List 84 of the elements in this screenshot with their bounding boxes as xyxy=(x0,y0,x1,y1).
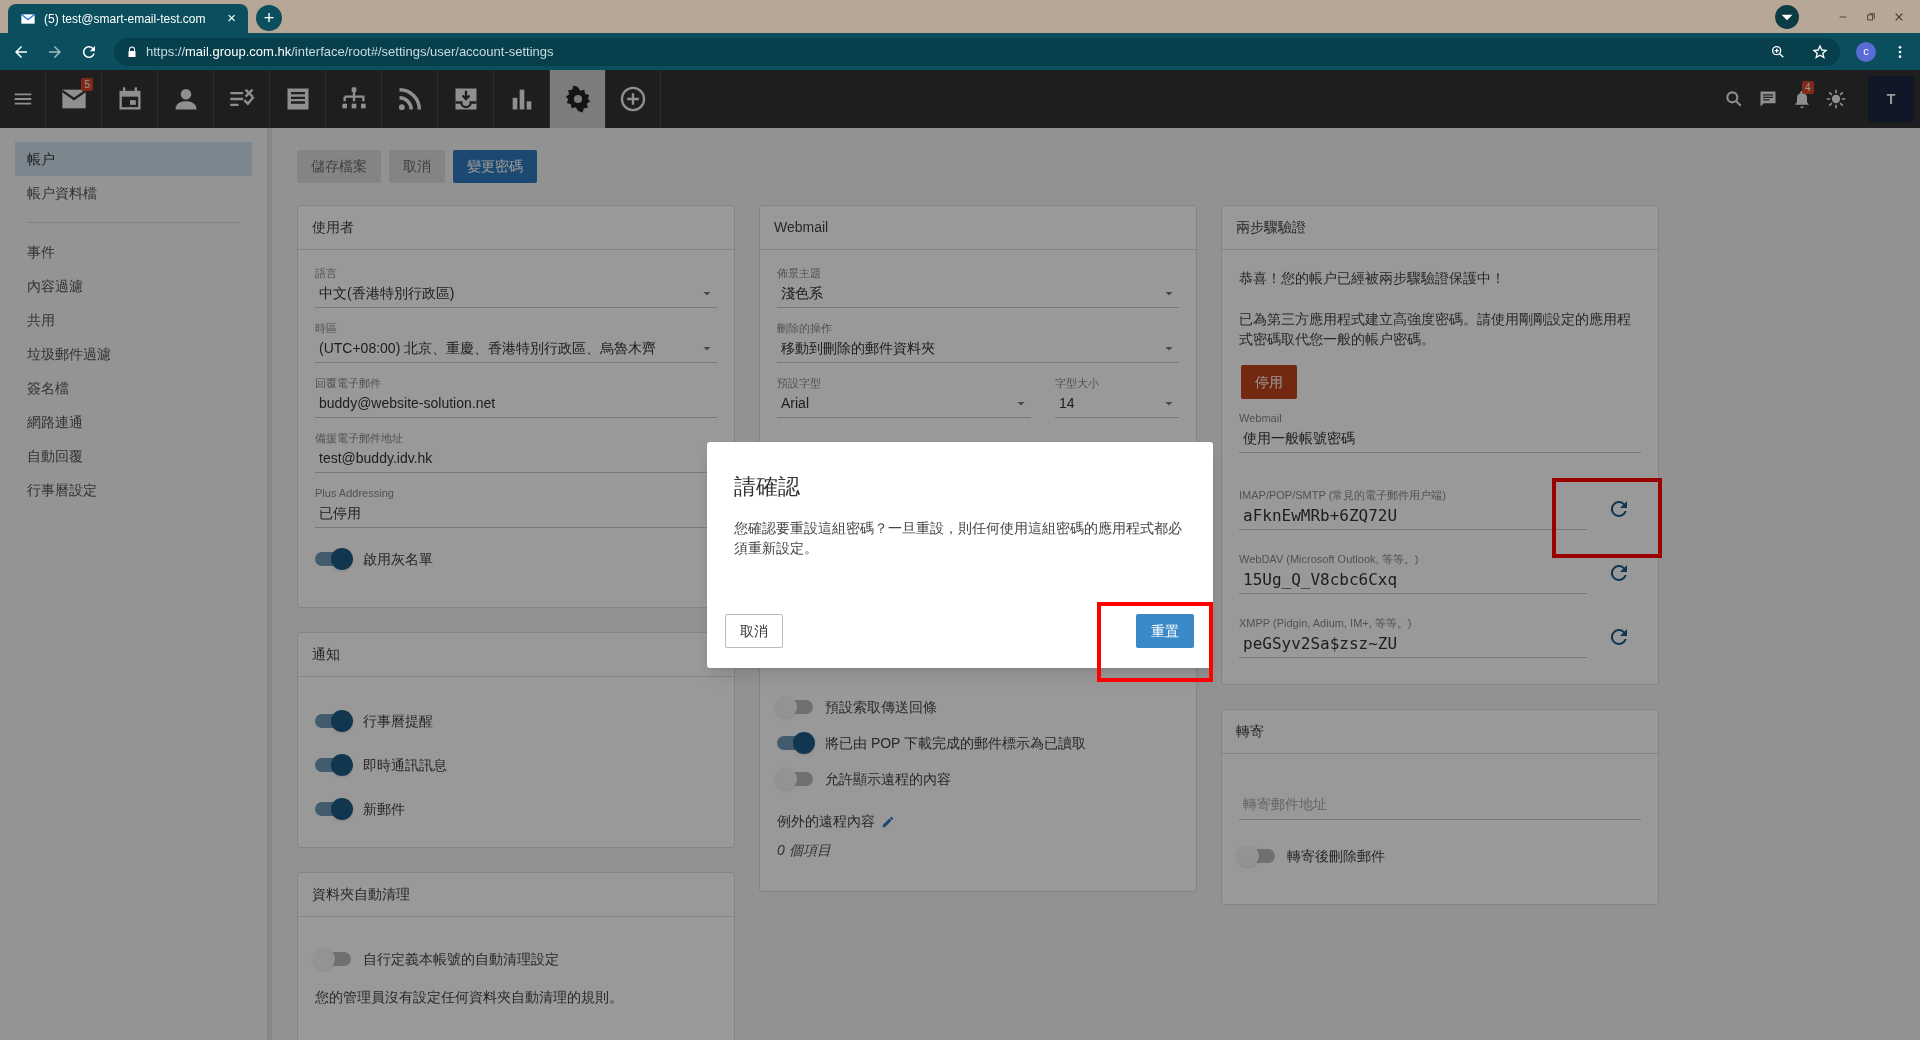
toggle-label: 允許顯示遠程的內容 xyxy=(825,769,951,789)
password-field[interactable]: peGSyv2Sa$zsz~ZU xyxy=(1239,630,1587,658)
sidebar-item[interactable]: 帳户資料檔 xyxy=(15,176,252,210)
field-label: 預設字型 xyxy=(777,376,822,390)
password-field[interactable]: 15Ug_Q_V8cbc6Cxq xyxy=(1239,566,1587,594)
new-tab-button[interactable]: + xyxy=(256,5,282,31)
settings-icon xyxy=(563,85,592,113)
sidebar-item[interactable]: 簽名檔 xyxy=(15,371,252,405)
dropdown-field[interactable]: 14 xyxy=(1055,390,1179,418)
app-button[interactable] xyxy=(549,70,605,128)
field-label: 佈景主題 xyxy=(777,266,822,280)
reset-button[interactable]: 重置 xyxy=(1136,614,1194,648)
toggle-label: 轉寄後刪除郵件 xyxy=(1287,846,1385,866)
chat-icon[interactable] xyxy=(1758,89,1778,109)
dropdown-field[interactable]: 移動到刪除的郵件資料夾 xyxy=(777,335,1179,363)
lock-icon xyxy=(126,45,138,58)
toggle-label: 預設索取傳送回條 xyxy=(825,697,937,717)
sidebar-item[interactable]: 垃圾郵件過濾 xyxy=(15,337,252,371)
url-text: https://mail.group.com.hk/interface/root#/settings/user/account-settings xyxy=(146,42,554,61)
disable-button[interactable]: 停用 xyxy=(1241,365,1297,399)
sidebar-item[interactable]: 行事曆設定 xyxy=(15,473,252,507)
search-icon[interactable] xyxy=(1724,89,1744,109)
plus-circle-icon xyxy=(619,85,647,113)
card-title: 轉寄 xyxy=(1222,710,1658,754)
card-title: 使用者 xyxy=(298,206,734,250)
dropdown-field[interactable]: 中文(香港特別行政區) xyxy=(315,280,717,308)
info-text: 您的管理員沒有設定任何資料夾自動清理的規則。 xyxy=(315,988,624,1007)
pencil-icon[interactable] xyxy=(881,814,895,829)
star-icon[interactable] xyxy=(1812,43,1828,60)
field-label: XMPP (Pidgin, Adium, IM+, 等等。) xyxy=(1239,616,1413,630)
app-button[interactable] xyxy=(605,70,661,128)
dropdown-field[interactable]: Arial xyxy=(777,390,1031,418)
cancel-button[interactable]: 取消 xyxy=(725,614,783,648)
toggle-label: 行事曆提醒 xyxy=(363,711,433,731)
browser-tab[interactable]: (5) test@smart-email-test.com × xyxy=(8,4,248,33)
bell-icon[interactable] xyxy=(1792,89,1812,109)
card-title: Webmail xyxy=(760,206,1196,250)
toggle-label: 即時通訊訊息 xyxy=(363,755,447,775)
section-label: 例外的遠程內容 xyxy=(777,812,875,831)
zoom-icon xyxy=(1770,43,1786,60)
item-count: 0 個項目 xyxy=(777,841,832,860)
field-label: IMAP/POP/SMTP (常見的電子郵件用户端) xyxy=(1239,488,1447,502)
field-label: 語言 xyxy=(315,266,338,280)
status-message: 恭喜！您的帳户已經被兩步驟驗證保護中！ xyxy=(1239,269,1506,288)
download-icon xyxy=(1774,4,1800,30)
info-text: 已為第三方應用程式建立高強度密碼。請使用剛剛設定的應用程式密碼取代您一般的帳户密碼。 xyxy=(1239,310,1632,349)
field-label: 時區 xyxy=(315,321,338,335)
card-title: 兩步驟驗證 xyxy=(1222,206,1658,250)
field-label: 回覆電子郵件 xyxy=(315,376,382,390)
field-label: 字型大小 xyxy=(1055,376,1100,390)
sidebar-item[interactable]: 帳户 xyxy=(15,142,252,176)
brightness-icon[interactable] xyxy=(1826,89,1846,109)
tab-close-button[interactable]: × xyxy=(227,7,236,30)
tab-title: (5) test@smart-email-test.com xyxy=(44,10,207,28)
sidebar-item[interactable]: 自動回覆 xyxy=(15,439,252,473)
field-label: Webmail xyxy=(1239,411,1283,425)
count-badge: 4 xyxy=(1802,81,1814,94)
password-field[interactable]: aFknEwMRb+6ZQ72U xyxy=(1239,502,1587,530)
action-button[interactable]: 變更密碼 xyxy=(453,150,537,183)
dialog-message: 您確認要重設這組密碼？一旦重設，則任何使用這組密碼的應用程式都必須重新設定。 xyxy=(734,520,1183,558)
toggle-label: 自行定義本帳號的自動清理設定 xyxy=(363,949,559,969)
sidebar-item[interactable]: 事件 xyxy=(15,235,252,269)
text-field[interactable]: buddy@website-solution.net xyxy=(315,390,717,418)
field-label: 備援電子郵件地址 xyxy=(315,431,404,445)
sidebar-item[interactable]: 網路連通 xyxy=(15,405,252,439)
dropdown-field[interactable]: (UTC+08:00) 北京、重慶、香港特別行政區、烏魯木齊 xyxy=(315,335,717,363)
profile-avatar[interactable]: c xyxy=(1856,41,1876,62)
toggle-label: 啟用灰名單 xyxy=(363,549,433,569)
sidebar-item[interactable]: 共用 xyxy=(15,303,252,337)
dropdown-field[interactable]: 淺色系 xyxy=(777,280,1179,308)
dialog-title: 請確認 xyxy=(734,473,801,501)
address-bar[interactable]: https://mail.group.com.hk/interface/root#/settings/user/account-settings xyxy=(114,37,1840,66)
text-field[interactable]: 使用一般帳號密碼 xyxy=(1239,425,1641,453)
count-badge: 5 xyxy=(81,78,93,91)
field-label: 刪除的操作 xyxy=(777,321,833,335)
toggle-label: 將已由 POP 下載完成的郵件標示為已讀取 xyxy=(825,733,1087,753)
card-title: 資料夾自動清理 xyxy=(298,873,734,917)
sidebar-item[interactable]: 內容過濾 xyxy=(15,269,252,303)
restore-icon xyxy=(1866,11,1876,22)
field-label: WebDAV (Microsoft Outlook, 等等。) xyxy=(1239,552,1420,566)
close-icon xyxy=(1894,11,1904,22)
toggle-label: 新郵件 xyxy=(363,799,405,819)
user-avatar[interactable]: T xyxy=(1868,76,1914,122)
field-label: Plus Addressing xyxy=(315,486,395,500)
